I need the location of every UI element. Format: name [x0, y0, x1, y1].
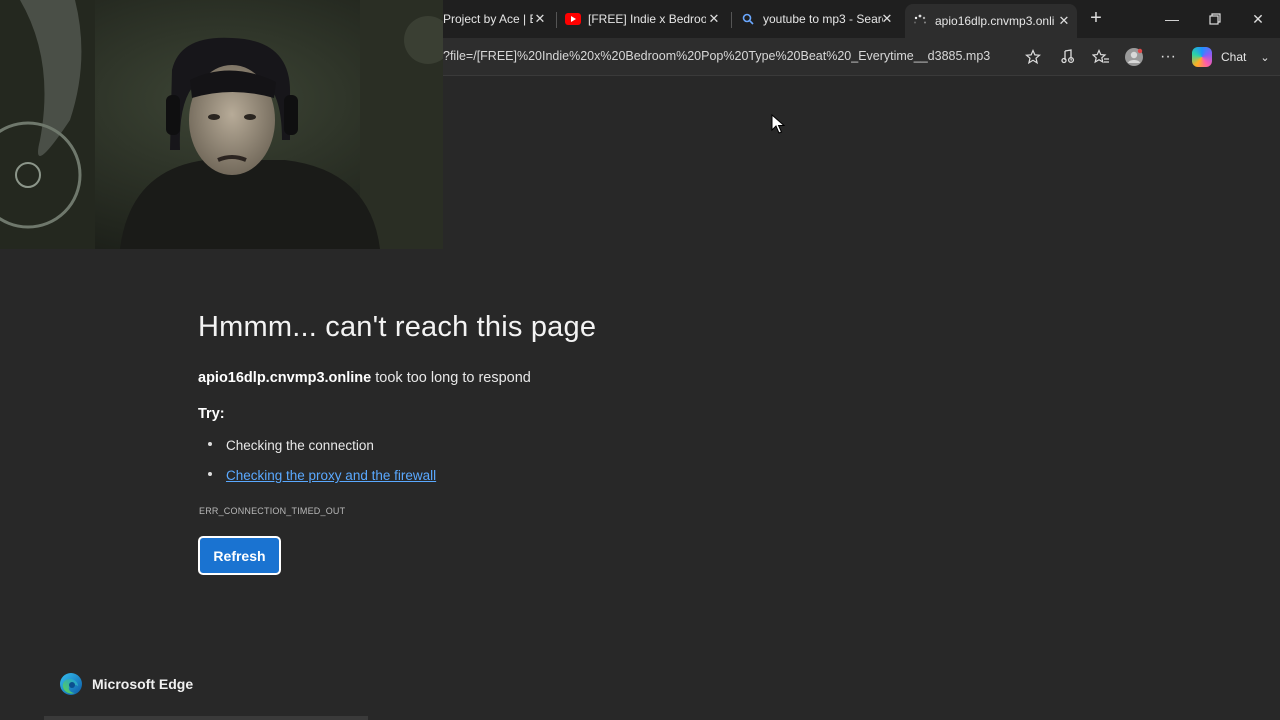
chevron-down-icon: ⌄ — [1260, 51, 1270, 64]
chat-label: Chat — [1221, 50, 1247, 64]
tab-title: Project by Ace | Ba — [443, 12, 533, 26]
suggestion-connection: Checking the connection — [226, 438, 374, 453]
address-bar[interactable]: ?file=/[FREE]%20Indie%20x%20Bedroom%20Po… — [443, 49, 1013, 63]
error-message: apio16dlp.cnvmp3.online took too long to… — [198, 370, 531, 386]
tab-project[interactable]: Project by Ace | Ba ✕ — [443, 5, 553, 33]
suggestion-item: Checking the proxy and the firewall — [208, 468, 436, 483]
loading-icon — [912, 13, 928, 29]
tab-indie-bedroom[interactable]: [FREE] Indie x Bedroom ✕ — [565, 5, 727, 33]
proxy-firewall-link[interactable]: Checking the proxy and the firewall — [226, 468, 436, 483]
media-control-icon[interactable] — [1057, 46, 1079, 68]
close-icon[interactable]: ✕ — [533, 12, 547, 26]
close-icon[interactable]: ✕ — [880, 12, 894, 26]
webcam-person-image — [0, 0, 443, 249]
mouse-cursor-icon — [771, 114, 785, 134]
tab-youtube-mp3-search[interactable]: youtube to mp3 - Search ✕ — [740, 5, 900, 33]
bullet-dot — [208, 442, 212, 447]
new-tab-button[interactable]: + — [1086, 8, 1106, 29]
try-label: Try: — [198, 406, 225, 422]
error-title: Hmmm... can't reach this page — [198, 311, 597, 343]
star-outline-icon[interactable] — [1022, 46, 1044, 68]
tab-divider — [556, 12, 557, 28]
error-detail: took too long to respond — [375, 370, 531, 386]
tab-divider — [731, 12, 732, 28]
window-close-icon[interactable]: ✕ — [1246, 8, 1270, 30]
search-icon — [740, 11, 756, 27]
webcam-overlay — [0, 0, 443, 249]
bullet-dot — [208, 472, 212, 477]
close-icon[interactable]: ✕ — [707, 12, 721, 26]
refresh-button[interactable]: Refresh — [198, 536, 281, 575]
error-code: ERR_CONNECTION_TIMED_OUT — [199, 506, 346, 516]
tab-title: [FREE] Indie x Bedroom — [588, 12, 706, 26]
brand-label: Microsoft Edge — [92, 676, 194, 692]
edge-brand: Microsoft Edge — [59, 672, 193, 696]
suggestion-item: Checking the connection — [208, 438, 374, 453]
copilot-icon — [1192, 47, 1212, 67]
tab-title: youtube to mp3 - Search — [763, 12, 883, 26]
close-icon[interactable]: ✕ — [1057, 14, 1071, 28]
edge-logo-icon — [60, 673, 82, 695]
favorites-icon[interactable] — [1090, 46, 1112, 68]
scrollbar[interactable] — [44, 716, 368, 720]
restore-icon[interactable] — [1203, 8, 1227, 30]
error-host: apio16dlp.cnvmp3.online — [198, 370, 372, 386]
tab-title: apio16dlp.cnvmp3.onlin — [935, 14, 1055, 28]
tab-apio16dlp[interactable]: apio16dlp.cnvmp3.onlin ✕ — [905, 4, 1077, 38]
minimize-icon[interactable]: — — [1160, 8, 1184, 30]
copilot-chat-button[interactable]: Chat ⌄ — [1192, 47, 1270, 67]
youtube-icon — [565, 11, 581, 27]
profile-avatar-icon[interactable] — [1123, 46, 1145, 68]
more-options-icon[interactable]: ··· — [1157, 46, 1179, 68]
